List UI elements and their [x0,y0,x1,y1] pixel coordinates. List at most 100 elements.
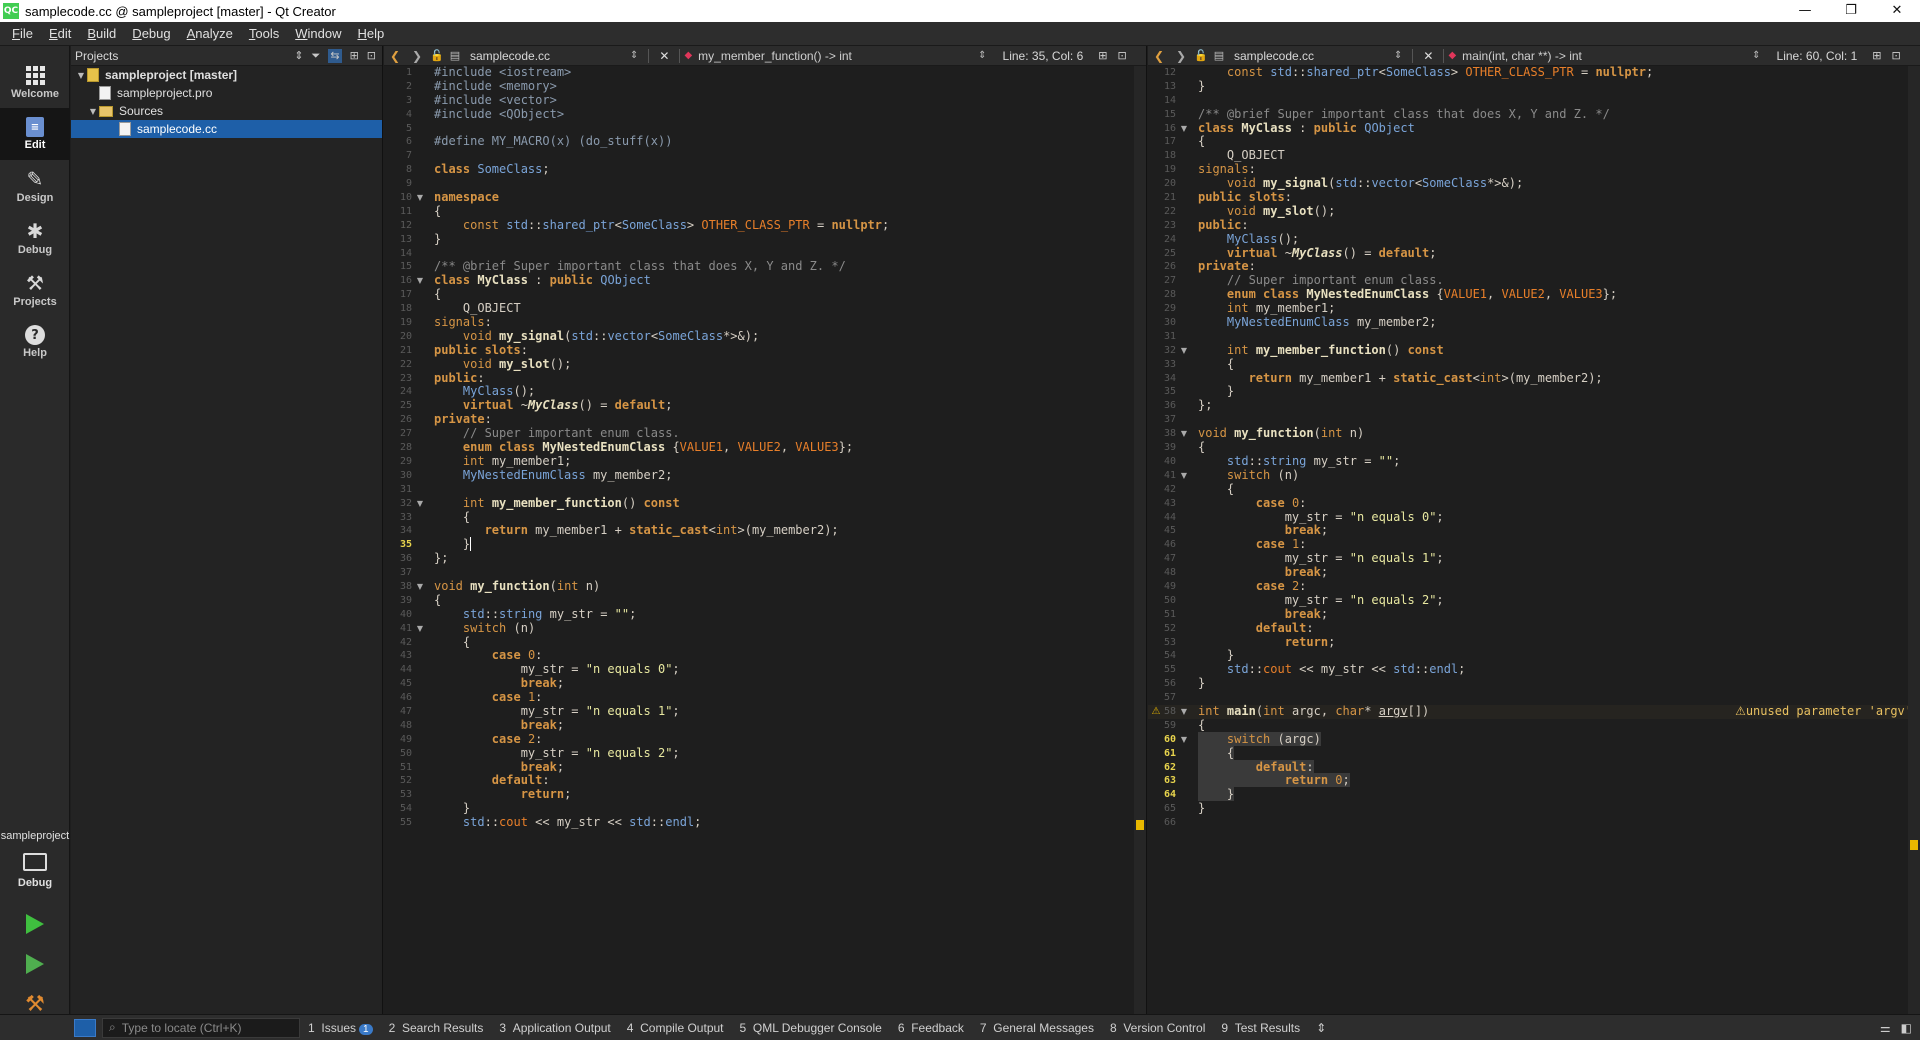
menu-edit[interactable]: Edit [41,26,79,41]
file-icon [99,86,111,100]
tab-issues[interactable]: 1 Issues 1 [300,1021,381,1035]
link-icon[interactable]: ⇆ [328,48,342,63]
divider [1443,48,1445,63]
combo-arrow-icon[interactable]: ⇕ [978,50,986,61]
title-bar: QC samplecode.cc @ sampleproject [master… [0,0,1920,22]
toggle-sidebar-button[interactable] [74,1018,96,1037]
close-button[interactable]: ✕ [1874,0,1920,22]
cursor-position[interactable]: Line: 60, Col: 1 [1767,49,1868,63]
combo-arrow-icon[interactable]: ⇕ [1752,50,1760,61]
more-tabs-icon[interactable]: ⇕ [1308,1021,1334,1035]
close-split-icon[interactable]: ⊡ [1112,49,1131,62]
run-button[interactable] [0,904,70,944]
lock-icon: 🔓 [1194,49,1208,62]
pencil-icon: ✎ [26,167,44,191]
expand-arrow-icon[interactable]: ▼ [75,71,87,80]
combo-arrow-icon[interactable]: ⇕ [630,50,638,61]
filter-icon[interactable]: ⏷ [312,49,321,63]
close-split-icon[interactable]: ⊡ [1886,49,1905,62]
symbol-combo[interactable]: main(int, char **) -> int [1456,49,1746,63]
edit-icon: ≡ [26,117,44,137]
mode-help[interactable]: ? Help [0,316,70,368]
combo-arrow-icon[interactable]: ⇕ [1394,50,1402,61]
lock-icon: 🔓 [430,49,444,62]
close-pane-icon[interactable]: ⊡ [367,49,376,63]
tree-item-label: samplecode.cc [137,122,218,136]
mode-label: Edit [24,139,46,151]
progress-details-icon[interactable]: ⚌ [1880,1021,1891,1035]
kit-selector[interactable]: Debug [0,846,70,896]
close-document-icon[interactable]: ✕ [653,49,675,63]
close-document-icon[interactable]: ✕ [1417,49,1439,63]
forward-icon[interactable]: ❯ [406,49,428,63]
menu-bar: File Edit Build Debug Analyze Tools Wind… [0,22,1920,46]
back-icon[interactable]: ❮ [1148,49,1170,63]
updown-icon[interactable]: ⇕ [294,49,303,63]
symbol-combo[interactable]: my_member_function() -> int [692,49,972,63]
tree-item-samplecode[interactable]: samplecode.cc [71,120,382,138]
tree-item-sources[interactable]: ▼ Sources [71,102,382,120]
mode-label: Design [16,192,54,204]
kit-config-label: Debug [17,877,53,889]
toggle-right-sidebar-icon[interactable]: ◧ [1901,1021,1912,1035]
projects-pane-title[interactable]: Projects [75,49,118,63]
code-area-right[interactable]: 12 const std::shared_ptr<SomeClass> OTHE… [1148,66,1920,1014]
divider [679,48,681,63]
output-pane-bar: ⌕ Type to locate (Ctrl+K) 1 Issues 1 2 Se… [0,1014,1920,1040]
document-combo[interactable]: samplecode.cc [1228,49,1388,63]
forward-icon[interactable]: ❯ [1170,49,1192,63]
editor-toolbar: ❮ ❯ 🔓 ▤ samplecode.cc ⇕ ✕ ◆ my_member_fu… [384,46,1146,66]
window-title: samplecode.cc @ sampleproject [master] -… [25,3,336,19]
menu-file[interactable]: File [4,26,41,41]
split-icon[interactable]: ⊞ [1867,49,1886,62]
split-icon[interactable]: ⊞ [350,49,359,63]
inline-warning: ⚠unused parameter 'argv' [1735,703,1912,719]
tab-version-control[interactable]: 8 Version Control [1102,1021,1213,1035]
editor-left: ❮ ❯ 🔓 ▤ samplecode.cc ⇕ ✕ ◆ my_member_fu… [384,46,1147,1014]
tree-item-pro-file[interactable]: sampleproject.pro [71,84,382,102]
mode-label: Welcome [10,88,60,100]
back-icon[interactable]: ❮ [384,49,406,63]
mode-welcome[interactable]: Welcome [0,56,70,108]
tree-item-label: Sources [119,104,164,118]
vertical-scrollbar[interactable] [1908,66,1920,1014]
warning-icon: ⚠ [1735,703,1746,718]
document-combo[interactable]: samplecode.cc [464,49,624,63]
vertical-scrollbar[interactable] [1134,66,1146,1014]
tree-item-label: sampleproject [master] [105,68,238,82]
tab-search-results[interactable]: 2 Search Results [381,1021,492,1035]
document-icon: ▤ [449,49,461,62]
folder-icon [99,105,113,117]
tree-item-project[interactable]: ▼ sampleproject [master] [71,66,382,84]
menu-analyze[interactable]: Analyze [179,26,241,41]
locator-input[interactable]: ⌕ Type to locate (Ctrl+K) [102,1017,300,1038]
code-area-left[interactable]: 1 #include <iostream> 2 #include <memory> … [384,66,1146,1014]
qt-creator-logo-icon: QC [3,3,19,19]
debug-run-button[interactable] [0,944,70,984]
bug-icon: ✱ [26,219,44,243]
menu-window[interactable]: Window [287,26,349,41]
expand-arrow-icon[interactable]: ▼ [87,107,99,116]
cursor-position[interactable]: Line: 35, Col: 6 [993,49,1094,63]
tab-qml-debugger-console[interactable]: 5 QML Debugger Console [732,1021,890,1035]
menu-debug[interactable]: Debug [124,26,178,41]
tab-feedback[interactable]: 6 Feedback [890,1021,972,1035]
menu-help[interactable]: Help [349,26,392,41]
menu-tools[interactable]: Tools [241,26,287,41]
mode-design[interactable]: ✎ Design [0,160,70,212]
warning-marker [1136,820,1144,830]
method-icon: ◆ [1448,50,1457,61]
split-icon[interactable]: ⊞ [1093,49,1112,62]
menu-build[interactable]: Build [79,26,124,41]
tab-test-results[interactable]: 9 Test Results [1213,1021,1308,1035]
mode-debug[interactable]: ✱ Debug [0,212,70,264]
mode-projects[interactable]: ⚒ Projects [0,264,70,316]
tab-compile-output[interactable]: 4 Compile Output [619,1021,732,1035]
warning-marker [1910,840,1918,850]
mode-edit[interactable]: ≡ Edit [0,108,70,160]
tab-general-messages[interactable]: 7 General Messages [972,1021,1102,1035]
issues-count-badge: 1 [359,1023,373,1035]
minimize-button[interactable]: — [1782,0,1828,22]
maximize-button[interactable]: ❐ [1828,0,1874,22]
tab-application-output[interactable]: 3 Application Output [491,1021,618,1035]
